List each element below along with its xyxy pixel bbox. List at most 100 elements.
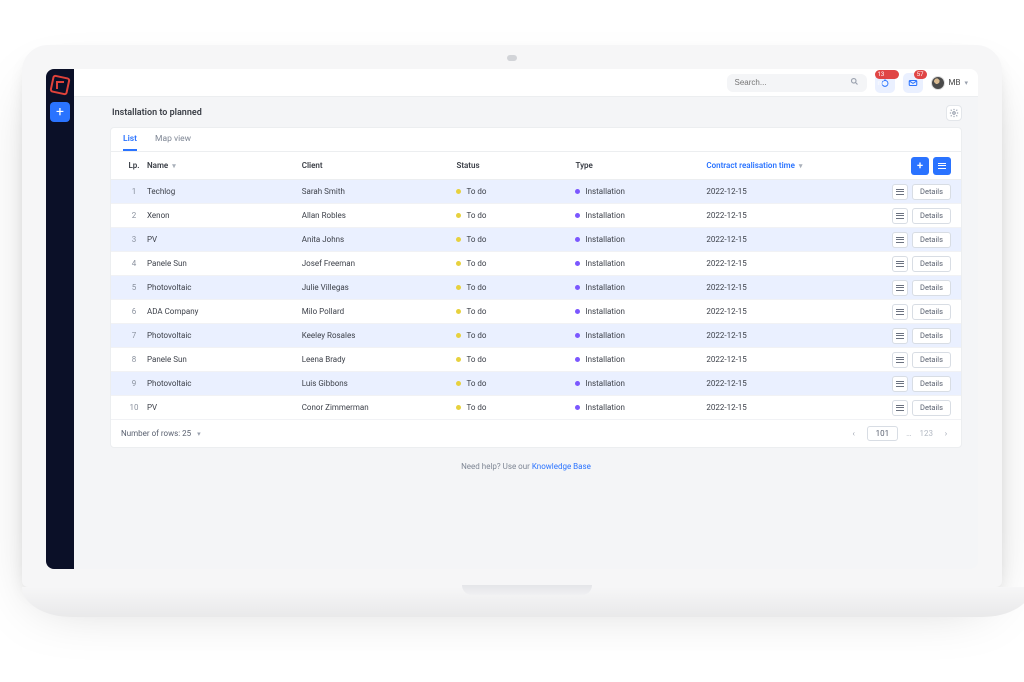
col-client[interactable]: Client [302,161,457,170]
row-actions: Details [873,184,951,200]
details-button[interactable]: Details [912,352,951,368]
row-menu-button[interactable] [892,376,908,392]
alerts-button[interactable]: 13 min [875,73,895,93]
table-row[interactable]: 2XenonAllan RoblesTo doInstallation2022-… [111,204,961,228]
row-menu-button[interactable] [892,256,908,272]
table-row[interactable]: 7PhotovoltaicKeeley RosalesTo doInstalla… [111,324,961,348]
col-type[interactable]: Type [575,161,706,170]
app-root: + 13 min [46,69,978,569]
cell-name: ADA Company [147,307,302,316]
cell-name: Techlog [147,187,302,196]
details-button[interactable]: Details [912,280,951,296]
cell-type: Installation [575,379,706,388]
cell-status: To do [456,259,575,268]
row-menu-button[interactable] [892,400,908,416]
menu-icon [896,237,904,243]
logo-icon[interactable] [49,74,70,95]
cell-name: PV [147,235,302,244]
table-row[interactable]: 6ADA CompanyMilo PollardTo doInstallatio… [111,300,961,324]
menu-icon [938,163,946,169]
cell-name: Photovoltaic [147,331,302,340]
cell-type: Installation [575,331,706,340]
cell-status: To do [456,379,575,388]
details-button[interactable]: Details [912,328,951,344]
cell-type: Installation [575,235,706,244]
avatar [931,76,945,90]
cell-status: To do [456,355,575,364]
messages-button[interactable]: 57 [903,73,923,93]
add-button[interactable]: + [50,102,70,122]
page-header: Installation to planned [74,97,978,127]
cell-date: 2022-12-15 [706,259,873,268]
help-text: Need help? Use our [461,462,532,471]
details-button[interactable]: Details [912,376,951,392]
row-menu-button[interactable] [892,208,908,224]
chevron-down-icon: ▾ [964,79,968,87]
search-icon [850,77,859,88]
table-row[interactable]: 8Panele SunLeena BradyTo doInstallation2… [111,348,961,372]
search-input[interactable] [735,78,850,87]
next-page-button[interactable]: › [941,429,951,438]
prev-page-button[interactable]: ‹ [849,429,859,438]
row-menu-button[interactable] [892,328,908,344]
table-row[interactable]: 5PhotovoltaicJulie VillegasTo doInstalla… [111,276,961,300]
cell-date: 2022-12-15 [706,331,873,340]
row-menu-button[interactable] [892,304,908,320]
tab-map-view[interactable]: Map view [155,134,191,151]
table-row[interactable]: 1TechlogSarah SmithTo doInstallation2022… [111,180,961,204]
page-size-select[interactable]: Number of rows: 25 ▾ [121,429,201,438]
cell-client: Luis Gibbons [302,379,457,388]
laptop-base [22,587,1024,617]
cell-client: Milo Pollard [302,307,457,316]
last-page[interactable]: 123 [920,429,934,438]
row-menu-button[interactable] [892,184,908,200]
col-status[interactable]: Status [456,161,575,170]
add-row-button[interactable]: + [911,157,929,175]
cell-client: Allan Robles [302,211,457,220]
col-name[interactable]: Name [147,161,302,170]
cell-lp: 3 [121,235,147,244]
topbar: 13 min 57 MB ▾ [74,69,978,97]
bulk-menu-button[interactable] [933,157,951,175]
menu-icon [896,357,904,363]
menu-icon [896,285,904,291]
cell-status: To do [456,235,575,244]
user-menu[interactable]: MB ▾ [931,76,968,90]
row-actions: Details [873,400,951,416]
cell-lp: 5 [121,283,147,292]
details-button[interactable]: Details [912,400,951,416]
table-row[interactable]: 9PhotovoltaicLuis GibbonsTo doInstallati… [111,372,961,396]
row-actions: Details [873,376,951,392]
tab-list[interactable]: List [123,134,137,151]
details-button[interactable]: Details [912,208,951,224]
cell-client: Josef Freeman [302,259,457,268]
cell-name: Photovoltaic [147,283,302,292]
cell-status: To do [456,403,575,412]
table-row[interactable]: 10PVConor ZimmermanTo doInstallation2022… [111,396,961,420]
cell-date: 2022-12-15 [706,379,873,388]
menu-icon [896,333,904,339]
current-page[interactable]: 101 [867,426,899,441]
row-actions: Details [873,256,951,272]
messages-badge: 57 [914,70,927,79]
details-button[interactable]: Details [912,304,951,320]
details-button[interactable]: Details [912,184,951,200]
cell-lp: 1 [121,187,147,196]
laptop-frame: + 13 min [22,45,1002,617]
details-button[interactable]: Details [912,232,951,248]
table-row[interactable]: 4Panele SunJosef FreemanTo doInstallatio… [111,252,961,276]
knowledge-base-link[interactable]: Knowledge Base [532,462,591,471]
search-field[interactable] [727,74,867,92]
table-row[interactable]: 3PVAnita JohnsTo doInstallation2022-12-1… [111,228,961,252]
cell-date: 2022-12-15 [706,283,873,292]
camera-notch [507,55,517,61]
settings-button[interactable] [946,105,962,121]
row-menu-button[interactable] [892,352,908,368]
col-contract-time[interactable]: Contract realisation time [706,161,873,170]
details-button[interactable]: Details [912,256,951,272]
cell-type: Installation [575,403,706,412]
row-menu-button[interactable] [892,232,908,248]
sidebar: + [46,69,74,569]
cell-name: Panele Sun [147,259,302,268]
row-menu-button[interactable] [892,280,908,296]
